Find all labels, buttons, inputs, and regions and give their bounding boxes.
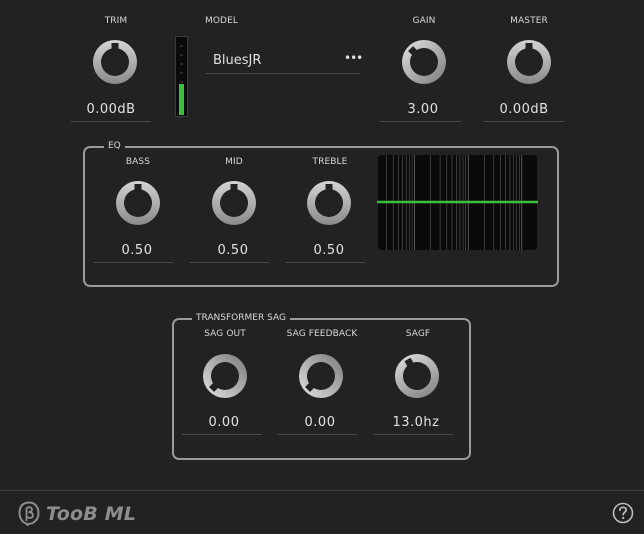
transformer-sag-title: TRANSFORMER SAG	[192, 313, 290, 323]
master-underline	[484, 121, 564, 122]
eq-response-graph	[377, 155, 538, 250]
help-icon[interactable]	[612, 502, 634, 524]
treble-label: TREBLE	[312, 157, 348, 167]
treble-underline	[285, 262, 365, 263]
trim-label: TRIM	[104, 16, 128, 26]
sagf-label: SAGF	[405, 329, 431, 339]
gain-underline	[380, 121, 461, 122]
sag-feedback-value[interactable]: 0.00	[277, 415, 363, 430]
mid-value[interactable]: 0.50	[189, 243, 277, 258]
trim-underline	[71, 121, 151, 122]
model-underline	[206, 73, 360, 74]
sagf-value[interactable]: 13.0hz	[373, 415, 459, 430]
trim-value[interactable]: 0.00dB	[71, 102, 151, 117]
mid-knob[interactable]	[210, 179, 258, 227]
model-label: MODEL	[205, 16, 238, 26]
bass-label: BASS	[125, 157, 151, 167]
app-title: TooB ML	[46, 503, 137, 525]
sagf-knob[interactable]	[393, 352, 441, 400]
master-label: MASTER	[510, 16, 548, 26]
sag-feedback-knob[interactable]	[297, 352, 345, 400]
gain-label: GAIN	[412, 16, 436, 26]
master-knob[interactable]	[505, 38, 553, 86]
sag-out-value[interactable]: 0.00	[182, 415, 266, 430]
treble-knob[interactable]	[305, 179, 353, 227]
bass-value[interactable]: 0.50	[93, 243, 181, 258]
master-value[interactable]: 0.00dB	[484, 102, 564, 117]
level-meter-fill	[179, 84, 184, 115]
sag-feedback-label: SAG FEEDBACK	[286, 329, 358, 339]
toob-logo-icon	[18, 501, 40, 527]
mid-underline	[189, 262, 269, 263]
level-meter	[175, 36, 188, 117]
treble-value[interactable]: 0.50	[285, 243, 373, 258]
bass-knob[interactable]	[114, 179, 162, 227]
sag-out-label: SAG OUT	[204, 329, 246, 339]
sag-out-underline	[182, 434, 262, 435]
mid-label: MID	[225, 157, 243, 167]
bass-underline	[93, 262, 173, 263]
gain-value[interactable]: 3.00	[384, 102, 462, 117]
model-select[interactable]: BluesJR •••	[206, 50, 363, 74]
gain-knob[interactable]	[400, 38, 448, 86]
more-horizontal-icon[interactable]: •••	[344, 51, 363, 65]
model-selected: BluesJR	[213, 53, 262, 68]
sag-feedback-underline	[277, 434, 357, 435]
eq-title: EQ	[104, 141, 125, 151]
trim-knob[interactable]	[91, 38, 139, 86]
sag-out-knob[interactable]	[201, 352, 249, 400]
footer-divider	[0, 490, 644, 491]
sagf-underline	[373, 434, 453, 435]
